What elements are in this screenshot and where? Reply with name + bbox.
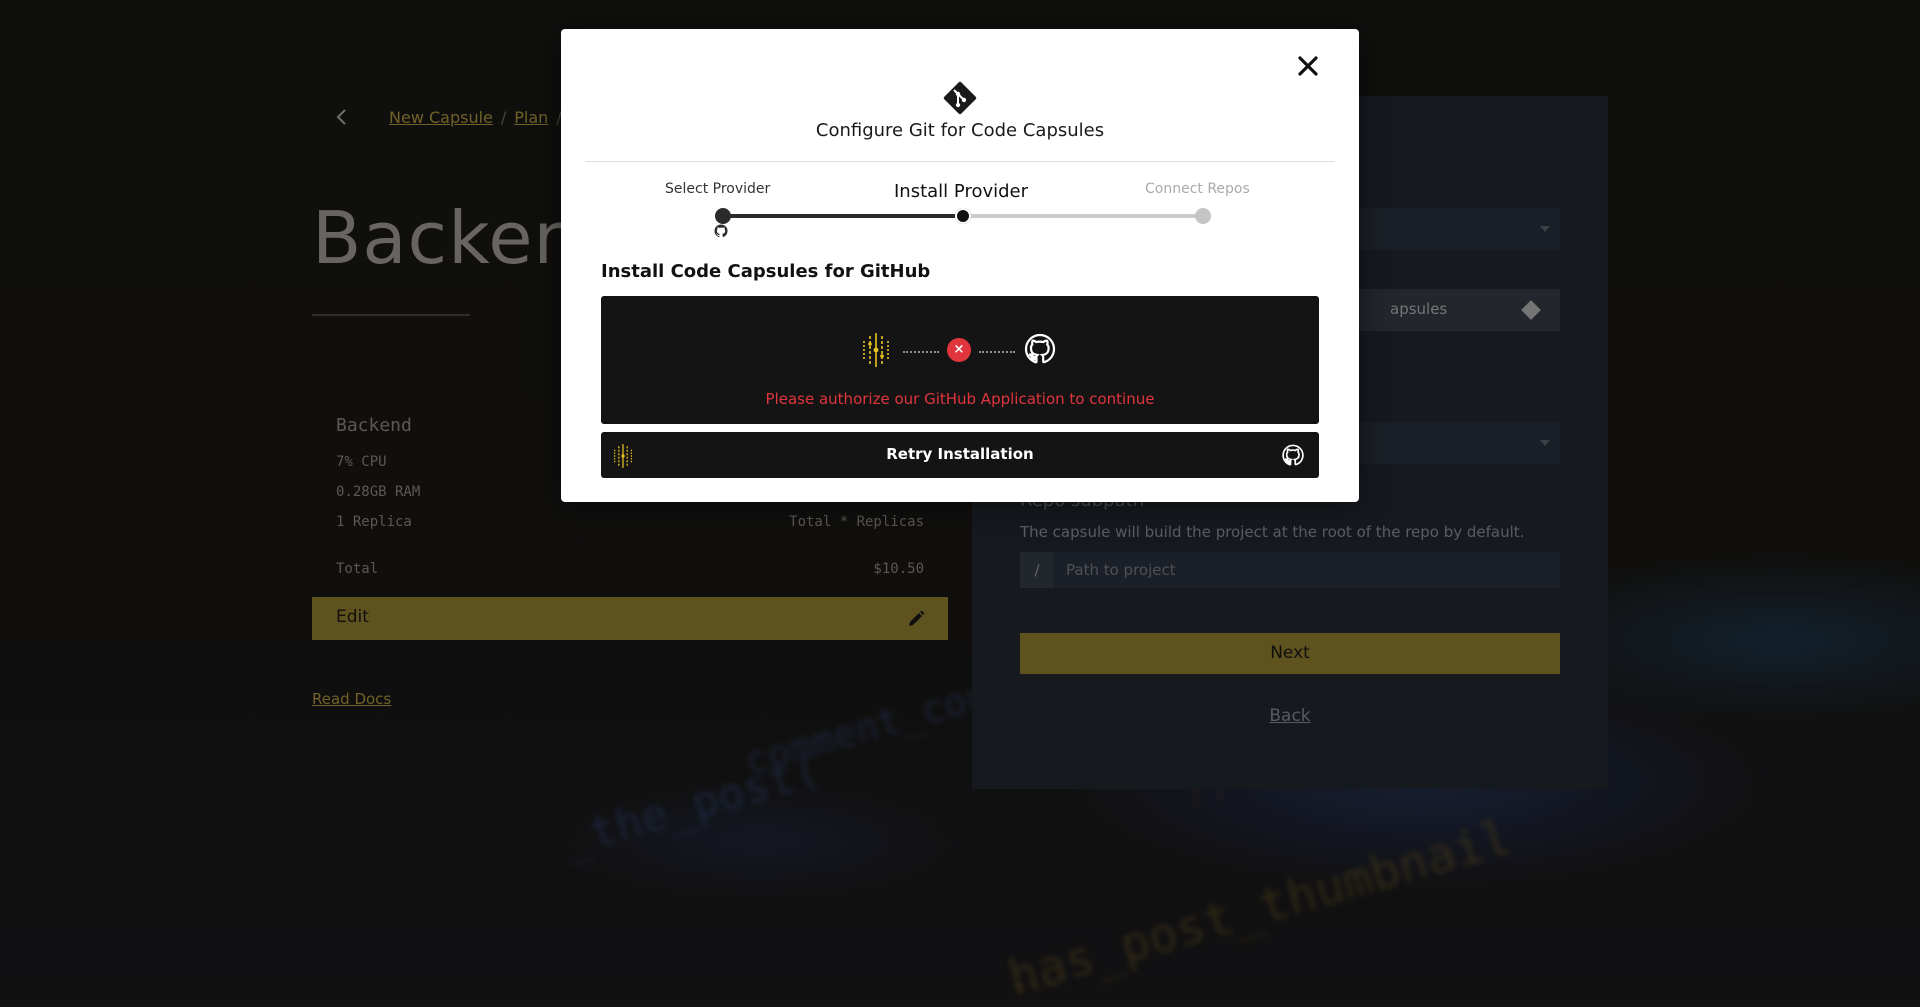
step-dot-current — [955, 208, 971, 224]
error-message: Please authorize our GitHub Application … — [765, 390, 1155, 408]
install-status-box: × Please authorize our GitHub Applicatio… — [601, 296, 1319, 424]
close-icon[interactable] — [1295, 53, 1321, 79]
error-status-icon: × — [947, 338, 971, 362]
step-connect-repos: Connect Repos — [1145, 181, 1250, 197]
section-heading: Install Code Capsules for GitHub — [601, 261, 931, 282]
retry-installation-label: Retry Installation — [886, 445, 1034, 463]
stepper-progress-completed — [723, 214, 963, 218]
step-install-provider: Install Provider — [894, 181, 1029, 202]
github-icon — [1282, 444, 1304, 466]
configure-git-modal: Configure Git for Code Capsules Select P… — [561, 29, 1359, 502]
modal-title: Configure Git for Code Capsules — [815, 120, 1105, 141]
step-dot-completed — [715, 208, 731, 224]
git-icon — [943, 81, 977, 115]
github-icon — [1024, 333, 1056, 364]
github-icon — [714, 224, 728, 238]
step-select-provider[interactable]: Select Provider — [665, 181, 770, 197]
modal-divider — [585, 161, 1335, 162]
retry-installation-button[interactable]: Retry Installation — [601, 432, 1319, 478]
stepper-progress-remaining — [963, 214, 1203, 218]
connector-line — [979, 351, 1015, 353]
connector-line — [903, 351, 939, 353]
code-capsules-logo-icon — [863, 333, 889, 367]
step-dot-future — [1195, 208, 1211, 224]
